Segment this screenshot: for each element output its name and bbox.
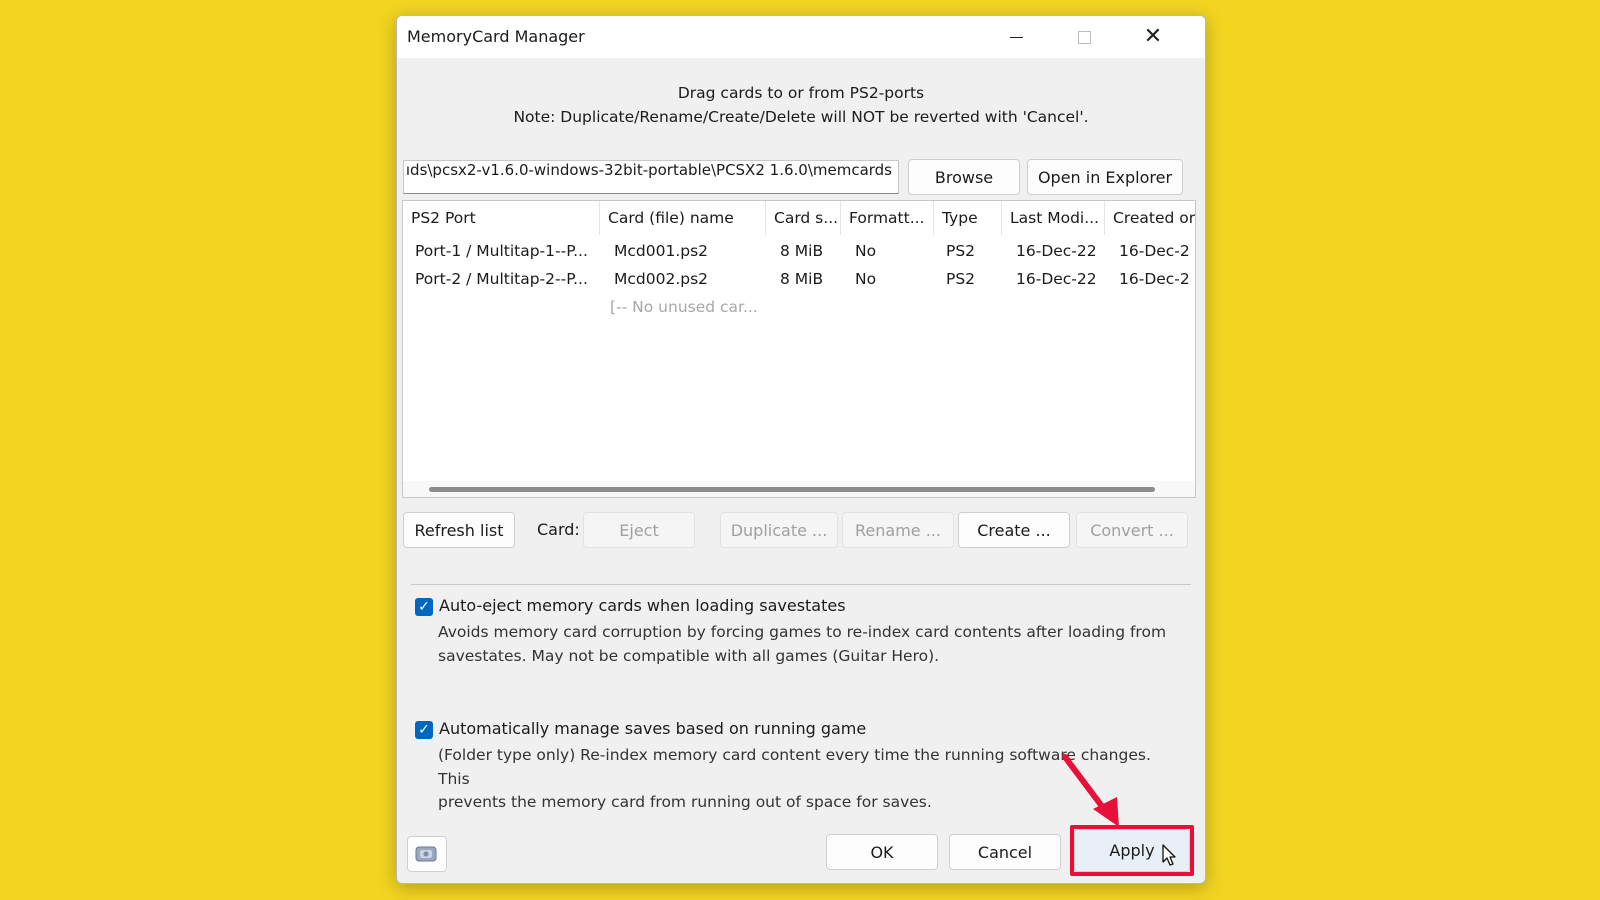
- row-formatted: No: [855, 242, 877, 260]
- memcards-path-value: ıds\pcsx2-v1.6.0-windows-32bit-portable\…: [405, 161, 892, 179]
- open-in-explorer-button[interactable]: Open in Explorer: [1027, 159, 1183, 195]
- row-last-modified: 16-Dec-22: [1016, 270, 1097, 288]
- auto-manage-label[interactable]: Automatically manage saves based on runn…: [439, 719, 866, 738]
- create-button[interactable]: Create ...: [958, 512, 1070, 548]
- eject-button[interactable]: Eject: [583, 512, 695, 548]
- column-created-on[interactable]: Created or: [1105, 201, 1195, 235]
- mouse-cursor-icon: [1162, 844, 1176, 866]
- refresh-list-button[interactable]: Refresh list: [403, 512, 515, 548]
- minimize-button[interactable]: [987, 16, 1045, 58]
- memorycard-manager-window: MemoryCard Manager ✕ Drag cards to or fr…: [396, 15, 1206, 884]
- scrollbar-thumb[interactable]: [429, 487, 1155, 492]
- memory-card-list[interactable]: PS2 Port Card (file) name Card s... Form…: [402, 200, 1196, 498]
- auto-eject-description: Avoids memory card corruption by forcing…: [438, 621, 1178, 668]
- convert-button[interactable]: Convert ...: [1076, 512, 1188, 548]
- row-port: Port-1 / Multitap-1--P...: [415, 242, 588, 260]
- column-card-size[interactable]: Card s...: [766, 201, 841, 235]
- auto-eject-desc-line1: Avoids memory card corruption by forcing…: [438, 623, 1167, 641]
- row-created-on: 16-Dec-2: [1119, 242, 1190, 260]
- memory-card-icon: [415, 846, 437, 862]
- table-row[interactable]: Port-2 / Multitap-2--P... Mcd002.ps2 8 M…: [403, 265, 1195, 293]
- maximize-button[interactable]: [1055, 16, 1113, 58]
- auto-manage-checkbox[interactable]: ✓: [415, 721, 433, 739]
- column-last-modified[interactable]: Last Modi...: [1002, 201, 1105, 235]
- minimize-icon: [1009, 36, 1023, 38]
- close-icon: ✕: [1143, 24, 1163, 49]
- close-button[interactable]: ✕: [1124, 16, 1182, 58]
- row-formatted: No: [855, 270, 877, 288]
- row-type: PS2: [946, 270, 976, 288]
- column-card-name[interactable]: Card (file) name: [600, 201, 766, 235]
- column-ps2-port[interactable]: PS2 Port: [403, 201, 600, 235]
- horizontal-scrollbar[interactable]: [403, 481, 1195, 497]
- table-row[interactable]: Port-1 / Multitap-1--P... Mcd001.ps2 8 M…: [403, 237, 1195, 265]
- drag-hint: Drag cards to or from PS2-ports: [677, 84, 925, 102]
- row-card-size: 8 MiB: [780, 270, 824, 288]
- cancel-note: Note: Duplicate/Rename/Create/Delete wil…: [513, 108, 1089, 126]
- cancel-button[interactable]: Cancel: [949, 834, 1061, 870]
- column-formatted[interactable]: Formatt...: [841, 201, 934, 235]
- list-header: PS2 Port Card (file) name Card s... Form…: [403, 201, 1195, 235]
- no-unused-cards-text: [-- No unused car...: [610, 298, 758, 316]
- row-card-name: Mcd001.ps2: [614, 242, 709, 260]
- row-type: PS2: [946, 242, 976, 260]
- checkmark-icon: ✓: [418, 599, 430, 615]
- annotation-arrow-icon: [1062, 754, 1119, 827]
- duplicate-button[interactable]: Duplicate ...: [720, 512, 838, 548]
- window-title: MemoryCard Manager: [407, 27, 585, 46]
- table-row-empty[interactable]: [-- No unused car...: [403, 293, 1195, 321]
- row-card-name: Mcd002.ps2: [614, 270, 709, 288]
- column-type[interactable]: Type: [934, 201, 1002, 235]
- row-card-size: 8 MiB: [780, 242, 824, 260]
- card-label: Card:: [537, 520, 580, 539]
- row-port: Port-2 / Multitap-2--P...: [415, 270, 588, 288]
- maximize-icon: [1077, 30, 1091, 44]
- browse-button[interactable]: Browse: [908, 159, 1020, 195]
- auto-eject-desc-line2: savestates. May not be compatible with a…: [438, 646, 940, 665]
- pcsx2-app-button[interactable]: [407, 836, 447, 872]
- auto-eject-checkbox[interactable]: ✓: [415, 598, 433, 616]
- title-bar: MemoryCard Manager ✕: [397, 16, 1205, 58]
- row-created-on: 16-Dec-2: [1119, 270, 1190, 288]
- memcards-path-input[interactable]: ıds\pcsx2-v1.6.0-windows-32bit-portable\…: [403, 160, 899, 194]
- separator: [411, 584, 1191, 585]
- checkmark-icon: ✓: [418, 722, 430, 738]
- rename-button[interactable]: Rename ...: [842, 512, 954, 548]
- row-last-modified: 16-Dec-22: [1016, 242, 1097, 260]
- ok-button[interactable]: OK: [826, 834, 938, 870]
- auto-eject-label[interactable]: Auto-eject memory cards when loading sav…: [439, 596, 846, 615]
